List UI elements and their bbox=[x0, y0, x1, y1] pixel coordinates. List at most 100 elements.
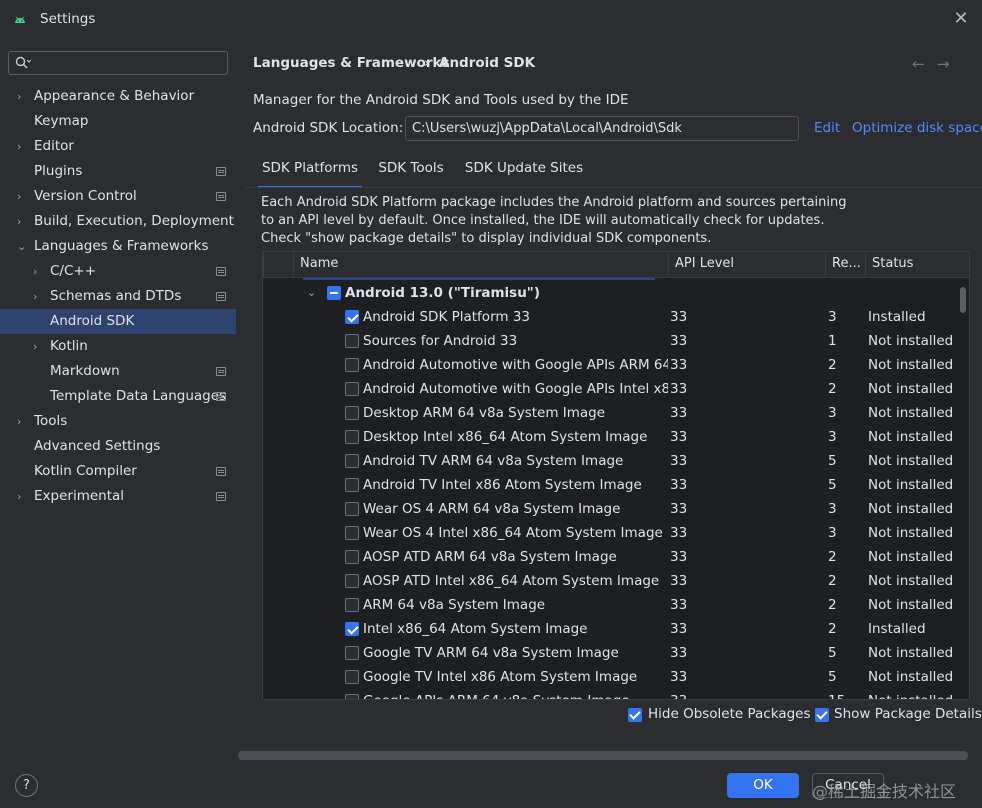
edit-link[interactable]: Edit bbox=[814, 120, 840, 136]
forward-arrow-icon[interactable]: → bbox=[937, 55, 950, 73]
sidebar-item[interactable]: › Version Control bbox=[0, 184, 236, 209]
sidebar-item[interactable]: › C/C++ bbox=[0, 259, 236, 284]
chevron-right-icon[interactable]: › bbox=[17, 409, 29, 434]
table-row[interactable]: Google APIs ARM 64 v8a System Image33 15 N… bbox=[263, 689, 957, 699]
show-details-checkbox[interactable] bbox=[815, 708, 829, 722]
sidebar-item[interactable]: ⌄ Languages & Frameworks bbox=[0, 234, 236, 259]
breadcrumb-separator: › bbox=[424, 55, 430, 71]
show-details-label[interactable]: Show Package Details bbox=[834, 706, 982, 722]
breadcrumb-parent[interactable]: Languages & Frameworks bbox=[253, 55, 450, 71]
package-checkbox[interactable] bbox=[345, 646, 359, 660]
package-checkbox[interactable] bbox=[345, 358, 359, 372]
table-row[interactable]: Sources for Android 33 33 1 Not installed bbox=[263, 329, 957, 353]
api-level: 33 bbox=[670, 309, 688, 325]
table-header: Name API Level Re... Status bbox=[263, 252, 969, 278]
sidebar-item[interactable]: Markdown bbox=[0, 359, 236, 384]
table-row[interactable]: Google TV Intel x86 Atom System Image 33 5… bbox=[263, 665, 957, 689]
package-checkbox[interactable] bbox=[345, 382, 359, 396]
project-settings-icon bbox=[216, 492, 226, 501]
chevron-right-icon[interactable]: › bbox=[33, 334, 45, 359]
api-level: 33 bbox=[670, 573, 688, 589]
sidebar-item[interactable]: › Editor bbox=[0, 134, 236, 159]
table-row[interactable]: Desktop ARM 64 v8a System Image 33 3 Not in… bbox=[263, 401, 957, 425]
package-checkbox[interactable] bbox=[345, 406, 359, 420]
tab-sdk-tools[interactable]: SDK Tools bbox=[372, 156, 450, 188]
package-checkbox[interactable] bbox=[345, 574, 359, 588]
table-row[interactable]: Android TV ARM 64 v8a System Image 33 5 Not… bbox=[263, 449, 957, 473]
table-row[interactable]: Wear OS 4 Intel x86_64 Atom System Image… bbox=[263, 521, 957, 545]
package-checkbox[interactable] bbox=[345, 622, 359, 636]
back-arrow-icon[interactable]: ← bbox=[912, 55, 925, 73]
package-checkbox[interactable] bbox=[345, 478, 359, 492]
close-icon[interactable]: ✕ bbox=[950, 8, 972, 30]
package-checkbox[interactable] bbox=[345, 454, 359, 468]
sidebar-item[interactable]: › Schemas and DTDs bbox=[0, 284, 236, 309]
header-api-level[interactable]: API Level bbox=[668, 252, 825, 278]
header-name[interactable]: Name bbox=[293, 252, 668, 278]
package-checkbox[interactable] bbox=[345, 502, 359, 516]
revision: 2 bbox=[828, 621, 837, 637]
horizontal-scrollbar[interactable] bbox=[238, 751, 968, 760]
group-checkbox[interactable] bbox=[327, 286, 341, 300]
package-checkbox[interactable] bbox=[345, 670, 359, 684]
tab-sdk-update-sites[interactable]: SDK Update Sites bbox=[462, 156, 586, 188]
table-row[interactable]: Android SDK Platform 33 33 3 Installed bbox=[263, 305, 957, 329]
sdk-location-field[interactable] bbox=[405, 116, 799, 141]
revision: 5 bbox=[828, 645, 837, 661]
package-checkbox[interactable] bbox=[345, 310, 359, 324]
table-row[interactable]: Android TV Intel x86 Atom System Image 33… bbox=[263, 473, 957, 497]
package-checkbox[interactable] bbox=[345, 550, 359, 564]
chevron-right-icon[interactable]: › bbox=[17, 484, 29, 509]
chevron-right-icon[interactable]: › bbox=[17, 84, 29, 109]
package-checkbox[interactable] bbox=[345, 694, 359, 699]
chevron-right-icon[interactable]: › bbox=[33, 259, 45, 284]
sidebar-item[interactable]: Plugins bbox=[0, 159, 236, 184]
table-row[interactable]: ARM 64 v8a System Image 33 2 Not installed bbox=[263, 593, 957, 617]
hide-obsolete-checkbox[interactable] bbox=[628, 708, 642, 722]
ok-button[interactable]: OK bbox=[727, 773, 799, 798]
sidebar-item[interactable]: › Experimental bbox=[0, 484, 236, 509]
table-row[interactable]: AOSP ATD Intel x86_64 Atom System Image 3… bbox=[263, 569, 957, 593]
package-checkbox[interactable] bbox=[345, 334, 359, 348]
header-revision[interactable]: Re... bbox=[825, 252, 865, 278]
chevron-down-icon[interactable]: ⌄ bbox=[307, 281, 316, 305]
package-checkbox[interactable] bbox=[345, 598, 359, 612]
package-name: AOSP ATD ARM 64 v8a System Image bbox=[363, 549, 617, 565]
help-button[interactable]: ? bbox=[15, 774, 38, 797]
revision: 2 bbox=[828, 573, 837, 589]
table-row[interactable]: Wear OS 4 ARM 64 v8a System Image 33 3 Not … bbox=[263, 497, 957, 521]
chevron-down-icon[interactable]: ⌄ bbox=[17, 234, 29, 259]
chevron-right-icon[interactable]: › bbox=[17, 184, 29, 209]
header-status[interactable]: Status bbox=[865, 252, 969, 278]
table-row[interactable]: Intel x86_64 Atom System Image 33 2 Install… bbox=[263, 617, 957, 641]
api-level: 33 bbox=[670, 405, 688, 421]
sidebar-item[interactable]: › Build, Execution, Deployment bbox=[0, 209, 236, 234]
install-status: Not installed bbox=[868, 669, 954, 685]
settings-search-input[interactable] bbox=[8, 51, 228, 75]
table-row[interactable]: Google TV ARM 64 v8a System Image 33 5 Not … bbox=[263, 641, 957, 665]
package-checkbox[interactable] bbox=[345, 430, 359, 444]
table-row[interactable]: Android Automotive with Google APIs ARM … bbox=[263, 353, 957, 377]
sidebar-item[interactable]: › Tools bbox=[0, 409, 236, 434]
chevron-right-icon[interactable]: › bbox=[17, 134, 29, 159]
table-row[interactable]: Desktop Intel x86_64 Atom System Image 33… bbox=[263, 425, 957, 449]
package-checkbox[interactable] bbox=[345, 526, 359, 540]
table-row[interactable]: AOSP ATD ARM 64 v8a System Image 33 2 Not i… bbox=[263, 545, 957, 569]
sidebar-item[interactable]: › Kotlin bbox=[0, 334, 236, 359]
sidebar-item-label: Markdown bbox=[50, 363, 120, 379]
table-scrollbar[interactable] bbox=[960, 287, 966, 313]
sidebar-item[interactable]: Template Data Languages bbox=[0, 384, 236, 409]
hide-obsolete-label[interactable]: Hide Obsolete Packages bbox=[648, 706, 811, 722]
sidebar-item[interactable]: Keymap bbox=[0, 109, 236, 134]
chevron-right-icon[interactable]: › bbox=[33, 284, 45, 309]
sidebar-item[interactable]: Advanced Settings bbox=[0, 434, 236, 459]
install-status: Not installed bbox=[868, 333, 954, 349]
optimize-disk-space-link[interactable]: Optimize disk space bbox=[852, 120, 982, 136]
table-row[interactable]: Android Automotive with Google APIs Inte… bbox=[263, 377, 957, 401]
tab-sdk-platforms[interactable]: SDK Platforms bbox=[258, 156, 362, 188]
sidebar-item[interactable]: › Appearance & Behavior bbox=[0, 84, 236, 109]
sidebar-item[interactable]: Android SDK bbox=[0, 309, 236, 334]
sidebar-item[interactable]: Kotlin Compiler bbox=[0, 459, 236, 484]
group-row[interactable]: ⌄ Android 13.0 ("Tiramisu") bbox=[263, 281, 957, 305]
chevron-right-icon[interactable]: › bbox=[17, 209, 29, 234]
